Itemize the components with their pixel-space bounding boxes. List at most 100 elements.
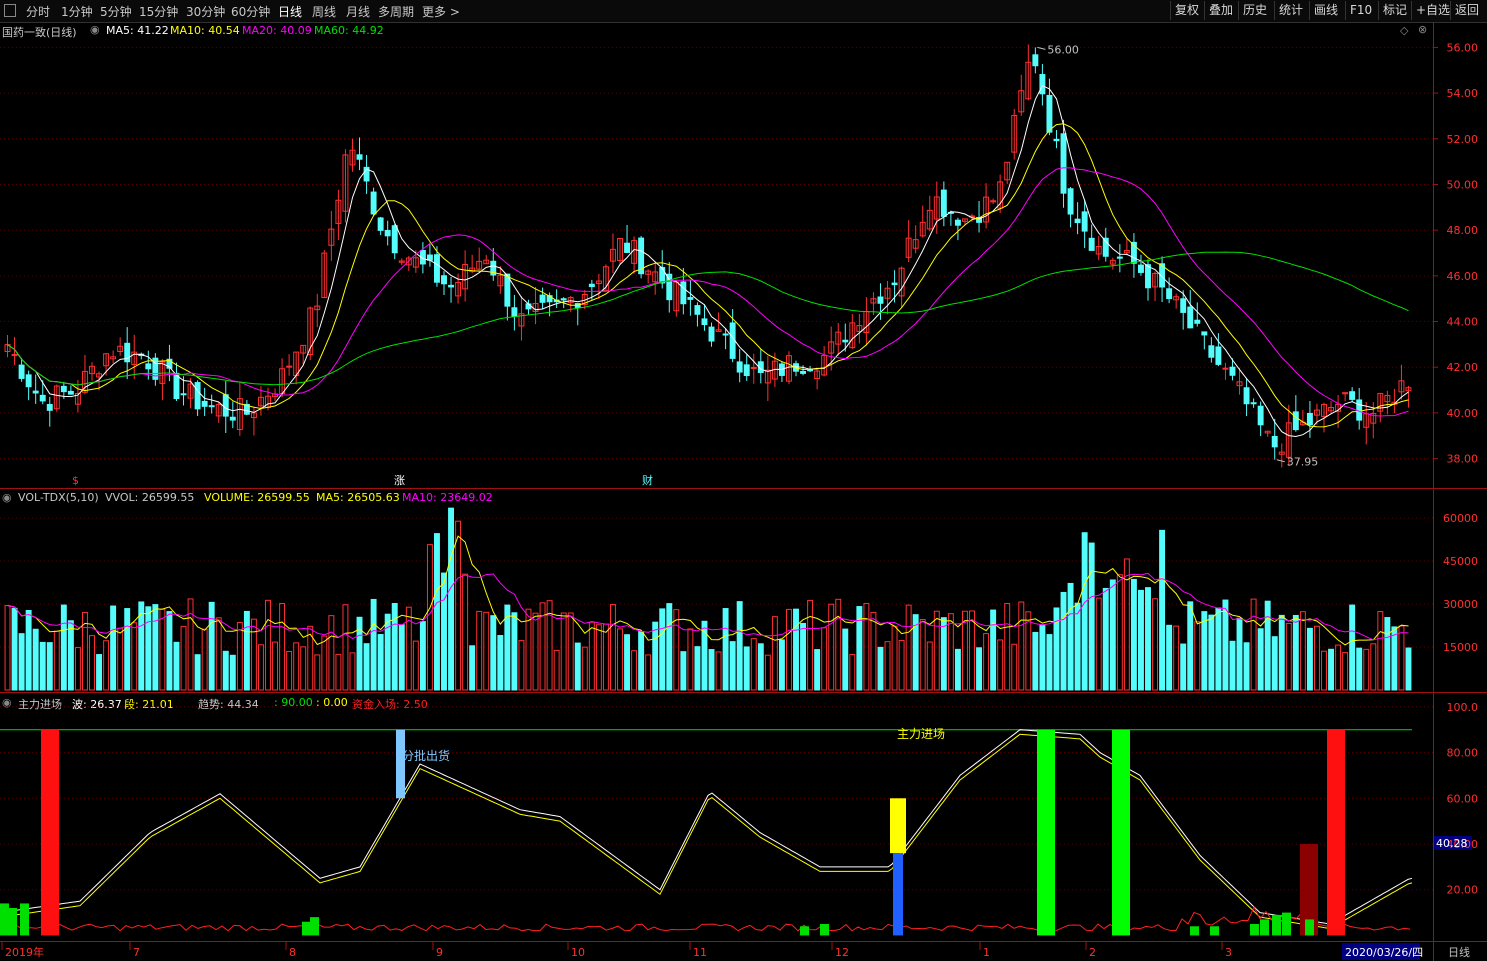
volume-bar-7 xyxy=(53,630,60,691)
candle-body-173 xyxy=(1222,367,1229,370)
candle-body-88 xyxy=(624,242,631,253)
ind-tick-label-4: 20.00 xyxy=(1447,884,1479,897)
fund-bar-6 xyxy=(820,924,829,936)
volume-bar-73 xyxy=(518,640,525,691)
volume-bar-18 xyxy=(131,622,138,691)
volume-bar-181 xyxy=(1278,614,1285,691)
volume-bar-158 xyxy=(1116,574,1123,691)
volume-bar-139 xyxy=(983,633,990,691)
volume-bar-5 xyxy=(39,641,46,691)
volume-bar-75 xyxy=(532,612,539,691)
volume-bar-183 xyxy=(1292,614,1299,691)
volume-bar-110 xyxy=(778,639,785,691)
volume-bar-127 xyxy=(898,640,905,691)
volume-bar-164 xyxy=(1159,529,1166,691)
ind-tick-label-2: 60.00 xyxy=(1447,792,1479,805)
volume-bar-68 xyxy=(483,611,490,691)
volume-bar-62 xyxy=(441,572,447,691)
volume-bar-173 xyxy=(1222,599,1229,691)
volume-bar-132 xyxy=(933,610,940,691)
candle-body-54 xyxy=(384,229,391,237)
candle-body-183 xyxy=(1292,411,1299,431)
volume-bar-176 xyxy=(1243,642,1250,691)
volume-bar-187 xyxy=(1321,650,1327,691)
volume-bar-130 xyxy=(919,618,926,691)
volume-bar-80 xyxy=(567,612,574,691)
volume-bar-21 xyxy=(152,604,159,691)
candle-body-152 xyxy=(1074,218,1081,224)
volume-bar-174 xyxy=(1229,640,1236,691)
timeline-label-0: 2019年 xyxy=(5,945,44,959)
volume-bar-14 xyxy=(103,640,110,691)
volume-bar-55 xyxy=(391,602,398,691)
price-tick-label-1: 54.00 xyxy=(1447,87,1479,100)
volume-bar-138 xyxy=(976,647,983,691)
volume-bar-102 xyxy=(722,608,729,691)
axis-labels: 56.00 54.00 52.00 50.00 48.00 46.00 44.00 42.00… xyxy=(1433,41,1479,897)
price-tick-label-0: 56.00 xyxy=(1447,41,1479,54)
volume-bar-66 xyxy=(469,645,476,691)
volume-bar-177 xyxy=(1250,598,1257,691)
volume-bar-170 xyxy=(1201,611,1208,691)
candle-body-178 xyxy=(1257,405,1264,426)
volume-bar-67 xyxy=(476,610,483,691)
volume-bar-20 xyxy=(145,606,152,691)
volume-bar-153 xyxy=(1081,532,1088,691)
volume-bar-115 xyxy=(814,649,821,691)
candle-body-150 xyxy=(1060,133,1067,194)
volume-bar-26 xyxy=(187,598,194,691)
volume-bar-42 xyxy=(300,646,307,691)
candle-body-9 xyxy=(67,390,74,395)
volume-bar-10 xyxy=(74,647,81,691)
fund-bar-0 xyxy=(0,903,9,936)
volume-bar-151 xyxy=(1067,582,1074,691)
volume-bar-16 xyxy=(117,627,124,691)
volume-bar-59 xyxy=(419,621,426,691)
period-label: 日线 xyxy=(1448,945,1470,959)
volume-bar-124 xyxy=(877,646,884,691)
candle-body-147 xyxy=(1039,74,1046,95)
volume-bar-27 xyxy=(194,654,201,691)
candle-body-169 xyxy=(1194,319,1201,324)
volume-bar-9 xyxy=(67,620,74,691)
volume-bar-51 xyxy=(363,643,370,691)
candle-body-162 xyxy=(1145,264,1151,289)
volume-bar-24 xyxy=(173,641,180,691)
volume-bar-84 xyxy=(595,624,602,691)
timeline-label-2: 8 xyxy=(289,946,296,959)
candle-body-32 xyxy=(229,416,236,421)
volume-bar-60 xyxy=(426,544,433,691)
volume-bar-157 xyxy=(1109,579,1116,691)
candle-body-158 xyxy=(1116,256,1123,259)
ind-tick-label-0: 100.0 xyxy=(1447,701,1479,714)
candle-body-177 xyxy=(1250,402,1257,405)
candle-body-154 xyxy=(1088,237,1095,251)
volume-bar-56 xyxy=(398,624,405,691)
volume-bar-137 xyxy=(969,610,975,691)
volume-bar-194 xyxy=(1370,643,1377,691)
volume-bar-119 xyxy=(842,628,849,691)
volume-bar-111 xyxy=(785,608,792,691)
volume-bar-45 xyxy=(321,635,328,691)
volume-bar-150 xyxy=(1060,591,1067,691)
volume-bar-143 xyxy=(1011,643,1018,691)
volume-bar-109 xyxy=(771,616,778,691)
fund-bar-11 xyxy=(1272,914,1281,936)
volume-bar-17 xyxy=(124,608,131,691)
wave-line xyxy=(0,729,1413,925)
fund-bar-12 xyxy=(1282,912,1291,936)
volume-bar-82 xyxy=(581,646,588,691)
candle-body-94 xyxy=(666,273,673,301)
volume-bar-52 xyxy=(370,598,377,691)
volume-bar-175 xyxy=(1236,617,1243,691)
volume-bar-189 xyxy=(1335,644,1342,691)
candle-body-168 xyxy=(1187,306,1194,329)
candle-body-98 xyxy=(694,305,701,315)
signal-bar-5 xyxy=(1112,729,1130,936)
stock-chart[interactable]: 56.00 54.00 52.00 50.00 48.00 46.00 44.00 42.00… xyxy=(0,0,1487,961)
volume-bar-197 xyxy=(1391,626,1398,691)
volume-bar-12 xyxy=(89,635,95,691)
candle-body-27 xyxy=(194,382,201,410)
candle-body-52 xyxy=(370,191,377,215)
grid-lines xyxy=(0,46,1433,891)
